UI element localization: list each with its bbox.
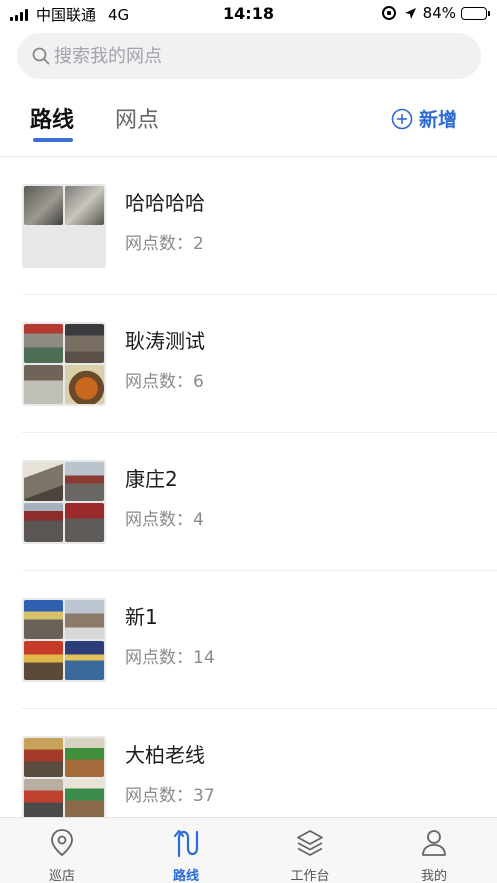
user-icon <box>422 830 446 856</box>
route-icon <box>173 829 199 858</box>
photo-thumbnail <box>24 365 63 404</box>
route-thumbnail <box>22 736 106 817</box>
active-tab-indicator <box>33 138 73 142</box>
route-item[interactable]: 康庄2 网点数：4 <box>0 433 497 571</box>
nav-item-mine[interactable]: 我的 <box>372 818 496 883</box>
photo-thumbnail <box>65 600 104 639</box>
search-input[interactable] <box>54 45 454 67</box>
rotation-lock-icon <box>381 6 396 20</box>
status-bar: 中国联通 4G 14:18 84% <box>0 0 497 28</box>
photo-thumbnail <box>24 779 63 817</box>
route-name: 新1 <box>125 605 158 629</box>
route-name: 大柏老线 <box>125 743 205 767</box>
route-point-count: 网点数：14 <box>125 648 215 668</box>
photo-thumbnail <box>65 779 104 817</box>
battery-icon <box>461 6 490 20</box>
nav-item-patrol[interactable]: 巡店 <box>0 818 124 883</box>
battery-percent: 84% <box>422 4 456 22</box>
bottom-nav: 巡店 路线 工作台 我的 <box>0 817 497 883</box>
photo-thumbnail <box>65 641 104 680</box>
nav-label: 工作台 <box>290 869 330 883</box>
route-thumbnail <box>22 322 106 406</box>
location-pin-icon <box>51 829 73 857</box>
photo-thumbnail <box>24 503 63 542</box>
route-point-count: 网点数：37 <box>125 786 215 806</box>
photo-thumbnail <box>65 324 104 363</box>
route-item[interactable]: 大柏老线 网点数：37 <box>0 709 497 817</box>
photo-thumbnail <box>65 462 104 501</box>
photo-thumbnail <box>24 462 63 501</box>
add-button-label: 新增 <box>418 109 457 131</box>
plus-circle-icon <box>391 108 413 129</box>
route-item[interactable]: 耿涛测试 网点数：6 <box>0 295 497 433</box>
location-arrow-icon <box>404 7 416 19</box>
tab-routes[interactable]: 路线 <box>30 102 74 134</box>
tab-points[interactable]: 网点 <box>115 102 159 134</box>
search-icon <box>32 47 50 65</box>
add-route-button[interactable]: 新增 <box>391 105 457 132</box>
photo-thumbnail <box>24 738 63 777</box>
photo-thumbnail <box>24 600 63 639</box>
photo-thumbnail <box>24 641 63 680</box>
nav-item-workbench[interactable]: 工作台 <box>248 818 372 883</box>
photo-thumbnail <box>65 503 104 542</box>
photo-thumbnail <box>65 738 104 777</box>
photo-thumbnail <box>24 324 63 363</box>
route-thumbnail <box>22 598 106 682</box>
nav-label: 我的 <box>420 869 447 883</box>
nav-label: 巡店 <box>48 869 75 883</box>
route-item[interactable]: 新1 网点数：14 <box>0 571 497 709</box>
route-thumbnail <box>22 184 106 268</box>
layers-icon <box>297 830 323 856</box>
search-bar[interactable] <box>17 33 481 79</box>
nav-label: 路线 <box>172 869 199 883</box>
route-name: 康庄2 <box>125 467 178 491</box>
photo-thumbnail <box>65 186 104 225</box>
route-item[interactable]: 哈哈哈哈 网点数：2 <box>0 157 497 295</box>
route-point-count: 网点数：4 <box>125 510 204 530</box>
photo-thumbnail <box>65 365 104 404</box>
route-thumbnail <box>22 460 106 544</box>
nav-item-routes[interactable]: 路线 <box>124 818 248 883</box>
route-name: 哈哈哈哈 <box>125 191 205 215</box>
route-point-count: 网点数：2 <box>125 234 204 254</box>
photo-thumbnail <box>24 186 63 225</box>
route-list: 哈哈哈哈 网点数：2 耿涛测试 网点数：6 康庄2 网点数：4 新1 网点数：1… <box>0 157 497 817</box>
route-name: 耿涛测试 <box>125 329 205 353</box>
route-point-count: 网点数：6 <box>125 372 204 392</box>
tab-bar: 路线 网点 新增 <box>0 90 497 156</box>
